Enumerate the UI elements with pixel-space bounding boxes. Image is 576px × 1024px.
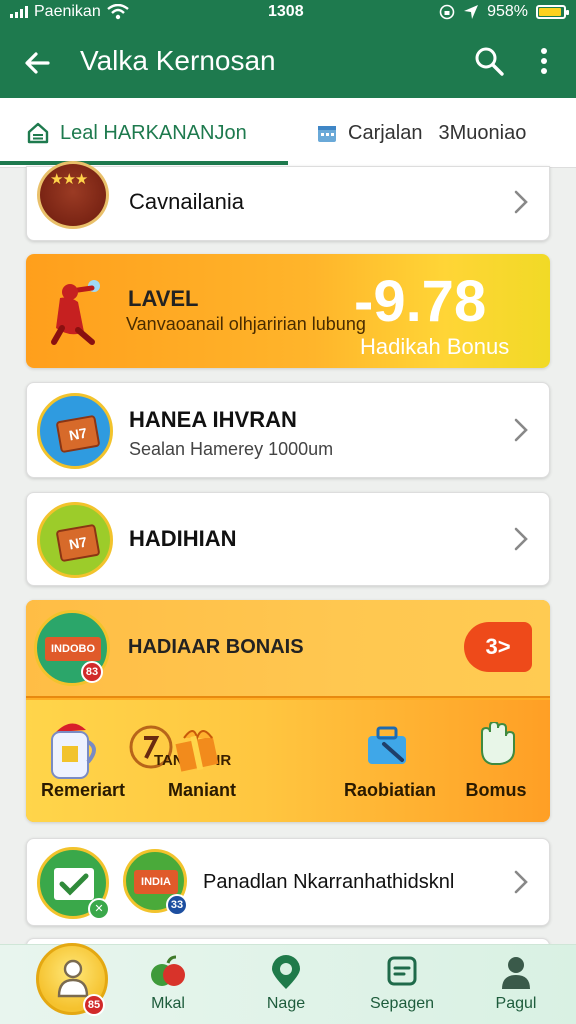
chevron-right-icon xyxy=(514,418,528,442)
battery-icon xyxy=(536,5,569,19)
list-item-label: Cavnailania xyxy=(129,189,244,214)
list-item-cavnailania[interactable]: ★★★ Cavnailania xyxy=(26,161,550,241)
ticket-icon: N7 xyxy=(37,393,113,469)
list-item-label: Panadlan Nkarranhathidsknl xyxy=(203,871,455,893)
tab-carjalan[interactable]: Carjalan 3Muoniao xyxy=(316,98,526,168)
reward-label: Maniant xyxy=(167,780,236,800)
map-pin-icon xyxy=(272,955,300,989)
list-item-panadlan[interactable]: ✕ INDIA 33 Panadlan Nkarranhathidsknl xyxy=(26,838,550,926)
list-item-title: HANEA IHVRAN xyxy=(129,407,297,432)
clock: 1308 xyxy=(268,3,304,20)
active-tab-indicator xyxy=(0,161,288,165)
tab-bar: Leal HARKANANJon Carjalan 3Muoniao xyxy=(0,98,576,168)
medal-icon: ★★★ xyxy=(37,161,109,229)
bonus-title: HADIAAR BONAIS xyxy=(128,636,304,658)
calendar-icon xyxy=(318,126,336,142)
small-badge: ✕ xyxy=(88,898,110,920)
more-vert-icon[interactable] xyxy=(532,44,556,78)
carrier-name: Paenikan xyxy=(34,3,101,20)
fruit-icon xyxy=(151,955,185,986)
chevron-right-icon xyxy=(514,190,528,214)
nav-item-pagul[interactable]: Pagul xyxy=(466,945,566,1024)
list-item-title: HADIHIAN xyxy=(129,526,237,551)
app-bar: Valka Kernosan xyxy=(0,26,576,98)
chevron-right-icon xyxy=(514,870,528,894)
nav-label: Nage xyxy=(266,995,306,1012)
location-icon xyxy=(464,5,479,19)
tab-label: Leal HARKANANJon xyxy=(60,121,247,144)
user-icon xyxy=(57,959,89,998)
chevron-right-icon xyxy=(514,527,528,551)
nav-item-nage[interactable]: Nage xyxy=(236,945,336,1024)
ticket-icon: N7 xyxy=(37,502,113,578)
nav-item-sepagen[interactable]: Sepagen xyxy=(352,945,452,1024)
level-card[interactable]: LAVEL Vanvaoanail olhjaririan lubung -9.… xyxy=(26,254,550,368)
level-subtitle: Vanvaoanail olhjaririan lubung xyxy=(126,314,366,334)
nav-item-mkal[interactable]: Mkal xyxy=(118,945,218,1024)
home-icon xyxy=(27,122,49,144)
jug-icon xyxy=(51,723,96,779)
list-item-subtitle: Sealan Hamerey 1000um xyxy=(129,439,334,459)
signal-icon xyxy=(10,6,28,18)
level-value-label: Hadikah Bonus xyxy=(360,334,510,359)
carrier: Paenikan xyxy=(10,3,129,21)
coupon-icon: INDOBO 83 xyxy=(34,610,110,686)
tab-harkanan[interactable]: Leal HARKANANJon xyxy=(26,98,247,168)
check-icon: ✕ xyxy=(37,847,110,920)
count-badge: 33 xyxy=(166,894,188,916)
reward-item[interactable]: Raobiatian xyxy=(330,700,450,822)
reward-item[interactable]: TAN EGNR Maniant xyxy=(129,700,252,822)
bottom-nav: 85 Mkal Nage Sepagen Pagul xyxy=(0,943,576,1024)
top-bar: Paenikan 1308 958% Valka Kernosan xyxy=(0,0,576,98)
nav-label: Mkal xyxy=(151,995,185,1012)
nav-label: Sepagen xyxy=(369,995,435,1012)
nav-profile-button[interactable]: 85 xyxy=(36,943,108,1016)
battery-percent: 958% xyxy=(487,3,528,20)
reward-label: Remeriart xyxy=(40,780,126,800)
tab-extra-label: 3Muoniao xyxy=(438,121,527,144)
back-arrow-icon[interactable] xyxy=(20,46,54,80)
list-item-hadihian[interactable]: N7 HADIHIAN xyxy=(26,492,550,586)
person-icon xyxy=(502,957,530,989)
bonus-count-pill[interactable]: 3> xyxy=(464,622,532,672)
level-title: LAVEL xyxy=(128,286,199,311)
status-bar: Paenikan 1308 958% xyxy=(0,0,576,26)
coupon-icon: INDIA 33 xyxy=(123,849,188,916)
search-icon[interactable] xyxy=(472,44,506,78)
gift-icon xyxy=(175,730,219,772)
count-badge: 85 xyxy=(83,994,105,1016)
level-value: -9.78 xyxy=(354,269,487,334)
page-title: Valka Kernosan xyxy=(80,45,276,76)
reward-item[interactable]: Bomus xyxy=(436,700,550,822)
reward-label: Bomus xyxy=(465,780,527,800)
bonus-card: INDOBO 83 HADIAAR BONAIS 3> Remeriart TA… xyxy=(26,600,550,822)
count-badge: 83 xyxy=(81,661,103,683)
toolbox-icon xyxy=(368,726,406,764)
battery-level xyxy=(539,8,562,16)
message-icon xyxy=(387,956,417,986)
wifi-icon xyxy=(106,4,129,20)
rewards-row: Remeriart TAN EGNR Maniant Raobiatian Bo… xyxy=(26,700,550,822)
status-right: 958% xyxy=(439,3,569,21)
mascot-icon xyxy=(51,280,100,345)
lock-rotation-icon xyxy=(439,4,455,20)
nav-label: Pagul xyxy=(495,995,537,1012)
bonus-header[interactable]: INDOBO 83 HADIAAR BONAIS 3> xyxy=(26,600,550,698)
tab-label: Carjalan xyxy=(348,121,423,144)
hand-icon xyxy=(481,722,515,765)
list-item-hanea[interactable]: N7 HANEA IHVRAN Sealan Hamerey 1000um xyxy=(26,382,550,478)
